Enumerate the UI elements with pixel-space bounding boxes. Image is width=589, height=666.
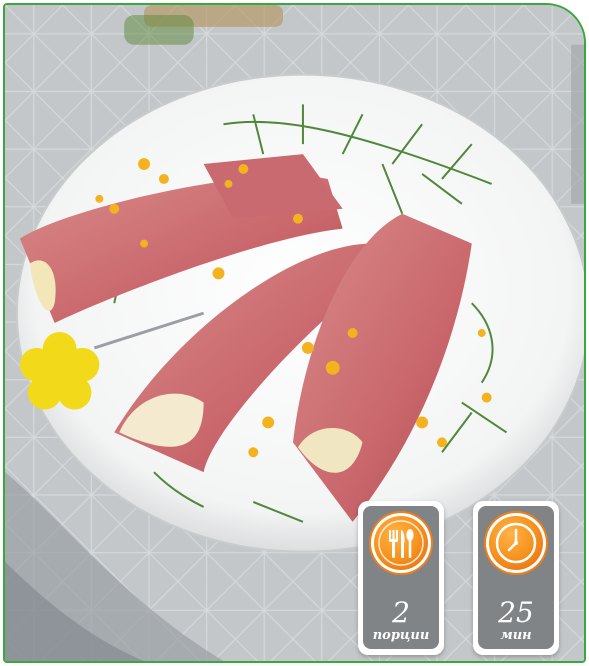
photo-frame: 2 порции 25 мин (3, 3, 586, 663)
fork-knife-spoon-icon (371, 513, 431, 573)
servings-value: 2 (392, 596, 410, 629)
servings-badge: 2 порции (358, 501, 444, 655)
servings-unit: порции (372, 628, 430, 643)
clock-icon (486, 513, 546, 573)
time-badge: 25 мин (473, 501, 559, 655)
time-value: 25 (498, 596, 534, 629)
time-unit: мин (500, 628, 532, 643)
